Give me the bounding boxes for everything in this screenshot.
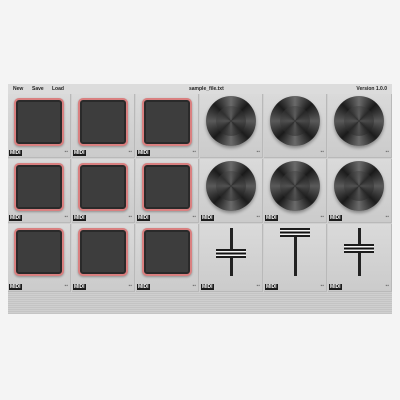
- drum-pad-5[interactable]: [78, 163, 128, 211]
- new-menu-item[interactable]: New: [13, 86, 23, 92]
- load-menu-item[interactable]: Load: [52, 86, 64, 92]
- midi-button[interactable]: MIDI: [137, 150, 150, 156]
- midi-button[interactable]: MIDI: [73, 284, 86, 290]
- knob-cell-6: MIDI ▪▪: [328, 159, 392, 223]
- pad-cell-4: MIDI ▪▪: [8, 159, 71, 223]
- pad-cell-9: MIDI ▪▪: [136, 224, 199, 292]
- midi-button[interactable]: MIDI: [329, 284, 342, 290]
- settings-dots-icon[interactable]: ▪▪: [385, 150, 389, 155]
- knob-cell-4: MIDI ▪▪: [200, 159, 263, 223]
- midi-button[interactable]: MIDI: [9, 150, 22, 156]
- settings-dots-icon[interactable]: ▪▪: [64, 284, 68, 289]
- settings-dots-icon[interactable]: ▪▪: [256, 284, 260, 289]
- settings-dots-icon[interactable]: ▪▪: [320, 284, 324, 289]
- fader-cell-1: MIDI ▪▪: [200, 224, 263, 292]
- settings-dots-icon[interactable]: ▪▪: [256, 150, 260, 155]
- midi-button[interactable]: MIDI: [201, 284, 214, 290]
- settings-dots-icon[interactable]: ▪▪: [320, 215, 324, 220]
- bottom-bar: [8, 292, 392, 314]
- knob-cell-2: ▪▪: [264, 94, 327, 158]
- control-grid: MIDI ▪▪ MIDI ▪▪ MIDI ▪▪ ▪▪ ▪▪ ▪▪ MIDI ▪▪…: [8, 94, 392, 292]
- settings-dots-icon[interactable]: ▪▪: [128, 150, 132, 155]
- settings-dots-icon[interactable]: ▪▪: [192, 215, 196, 220]
- midi-button[interactable]: MIDI: [265, 284, 278, 290]
- rotary-knob-1[interactable]: [206, 96, 256, 146]
- rotary-knob-3[interactable]: [334, 96, 384, 146]
- settings-dots-icon[interactable]: ▪▪: [385, 215, 389, 220]
- menu-bar: New Save Load sample_file.txt Version 1.…: [8, 84, 392, 94]
- midi-button[interactable]: MIDI: [265, 215, 278, 221]
- midi-button[interactable]: MIDI: [137, 215, 150, 221]
- midi-button[interactable]: MIDI: [201, 215, 214, 221]
- drum-pad-4[interactable]: [14, 163, 64, 211]
- pad-cell-8: MIDI ▪▪: [72, 224, 135, 292]
- rotary-knob-2[interactable]: [270, 96, 320, 146]
- rotary-knob-6[interactable]: [334, 161, 384, 211]
- pad-cell-3: MIDI ▪▪: [136, 94, 199, 158]
- fader-cell-2: MIDI ▪▪: [264, 224, 327, 292]
- midi-button[interactable]: MIDI: [73, 150, 86, 156]
- fader-handle-1[interactable]: [216, 249, 246, 259]
- rotary-knob-5[interactable]: [270, 161, 320, 211]
- pad-cell-7: MIDI ▪▪: [8, 224, 71, 292]
- midi-button[interactable]: MIDI: [9, 215, 22, 221]
- drum-pad-6[interactable]: [142, 163, 192, 211]
- midi-button[interactable]: MIDI: [329, 215, 342, 221]
- drum-pad-9[interactable]: [142, 228, 192, 276]
- pad-cell-1: MIDI ▪▪: [8, 94, 71, 158]
- settings-dots-icon[interactable]: ▪▪: [64, 150, 68, 155]
- fader-handle-2[interactable]: [280, 228, 310, 237]
- settings-dots-icon[interactable]: ▪▪: [385, 284, 389, 289]
- drum-pad-8[interactable]: [78, 228, 128, 276]
- knob-cell-3: ▪▪: [328, 94, 392, 158]
- drum-pad-3[interactable]: [142, 98, 192, 146]
- fader-handle-3[interactable]: [344, 243, 374, 253]
- save-menu-item[interactable]: Save: [32, 86, 44, 92]
- pad-cell-5: MIDI ▪▪: [72, 159, 135, 223]
- midi-button[interactable]: MIDI: [9, 284, 22, 290]
- drum-pad-7[interactable]: [14, 228, 64, 276]
- drum-pad-1[interactable]: [14, 98, 64, 146]
- drum-pad-2[interactable]: [78, 98, 128, 146]
- file-name-label: sample_file.txt: [189, 86, 224, 92]
- knob-cell-1: ▪▪: [200, 94, 263, 158]
- settings-dots-icon[interactable]: ▪▪: [128, 215, 132, 220]
- rotary-knob-4[interactable]: [206, 161, 256, 211]
- knob-cell-5: MIDI ▪▪: [264, 159, 327, 223]
- midi-button[interactable]: MIDI: [73, 215, 86, 221]
- settings-dots-icon[interactable]: ▪▪: [320, 150, 324, 155]
- settings-dots-icon[interactable]: ▪▪: [256, 215, 260, 220]
- version-label: Version 1.0.0: [356, 86, 387, 92]
- controller-window: New Save Load sample_file.txt Version 1.…: [8, 84, 392, 314]
- settings-dots-icon[interactable]: ▪▪: [192, 150, 196, 155]
- midi-button[interactable]: MIDI: [137, 284, 150, 290]
- settings-dots-icon[interactable]: ▪▪: [128, 284, 132, 289]
- pad-cell-2: MIDI ▪▪: [72, 94, 135, 158]
- settings-dots-icon[interactable]: ▪▪: [192, 284, 196, 289]
- settings-dots-icon[interactable]: ▪▪: [64, 215, 68, 220]
- pad-cell-6: MIDI ▪▪: [136, 159, 199, 223]
- fader-cell-3: MIDI ▪▪: [328, 224, 392, 292]
